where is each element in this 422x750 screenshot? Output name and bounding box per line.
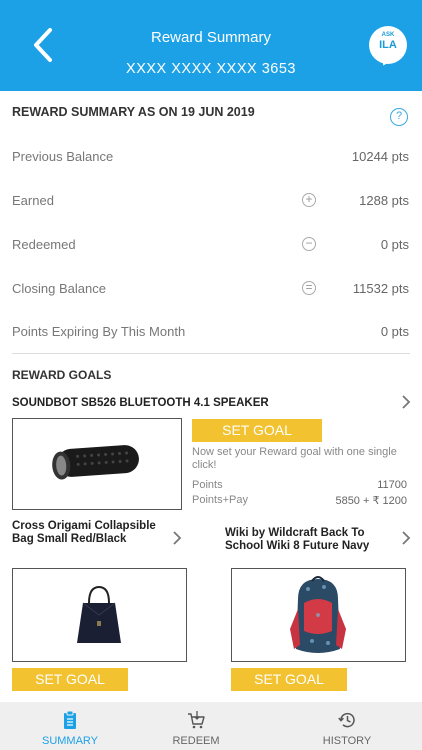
bag-image [77, 585, 121, 643]
ask-label: ASK [381, 32, 395, 38]
points-pay-label: Points+Pay [192, 494, 248, 506]
points-pay-value: 5850 + ₹ 1200 [335, 495, 407, 507]
points-expiring-label: Points Expiring By This Month [12, 324, 186, 339]
summary-heading: REWARD SUMMARY AS ON 19 JUN 2019 [12, 105, 255, 119]
minus-circle-icon: − [302, 237, 316, 251]
history-icon [338, 712, 355, 728]
set-goal-button-backpack[interactable]: SET GOAL [231, 668, 347, 691]
cart-icon [188, 711, 205, 729]
previous-balance-label: Previous Balance [12, 149, 114, 164]
tab-summary[interactable]: SUMMARY [0, 702, 140, 750]
tab-redeem[interactable]: REDEEM [126, 702, 266, 750]
backpack-image [290, 576, 346, 653]
bag-product-title[interactable]: Cross Origami Collapsible Bag Small Red/… [12, 520, 162, 546]
points-value: 11700 [377, 479, 407, 491]
tab-history[interactable]: HISTORY [277, 702, 417, 750]
help-icon[interactable]: ? [390, 108, 408, 126]
redeemed-value: 0 pts [380, 237, 409, 252]
clipboard-icon [64, 710, 76, 729]
app-header: Reward Summary XXXX XXXX XXXX 3653 ASK I… [0, 0, 422, 91]
chevron-right-icon[interactable] [171, 530, 183, 546]
ask-ila-button[interactable]: ASK ILA [369, 26, 407, 68]
goal-description: Now set your Reward goal with one single… [192, 446, 397, 471]
redeemed-label: Redeemed [12, 237, 76, 252]
plus-circle-icon: + [302, 193, 316, 207]
page-title: Reward Summary [150, 29, 272, 46]
tab-summary-label: SUMMARY [41, 735, 99, 747]
closing-balance-value: 11532 pts [352, 281, 409, 296]
bottom-nav: SUMMARY REDEEM HISTORY [0, 702, 422, 750]
previous-balance-value: 10244 pts [351, 149, 409, 164]
chevron-right-icon[interactable] [400, 530, 412, 546]
reward-goals-heading: REWARD GOALS [12, 368, 112, 382]
closing-balance-label: Closing Balance [12, 281, 106, 296]
section-divider [12, 353, 410, 354]
backpack-product-image[interactable] [231, 568, 406, 662]
points-expiring-value: 0 pts [380, 324, 409, 339]
speaker-product-image[interactable] [12, 418, 182, 510]
ila-label: ILA [379, 39, 397, 51]
chevron-right-icon[interactable] [400, 394, 412, 410]
earned-value: 1288 pts [359, 193, 409, 208]
tab-history-label: HISTORY [322, 735, 372, 747]
speaker-image [52, 445, 139, 480]
earned-label: Earned [12, 193, 54, 208]
card-number: XXXX XXXX XXXX 3653 [126, 61, 296, 77]
bag-product-image[interactable] [12, 568, 187, 662]
equals-circle-icon: = [302, 281, 316, 295]
set-goal-button-speaker[interactable]: SET GOAL [192, 419, 322, 442]
featured-product-title[interactable]: SOUNDBOT SB526 BLUETOOTH 4.1 SPEAKER [12, 397, 382, 410]
backpack-product-title[interactable]: Wiki by Wildcraft Back To School Wiki 8 … [225, 527, 390, 553]
tab-redeem-label: REDEEM [172, 735, 220, 747]
points-label: Points [192, 479, 223, 491]
set-goal-button-bag[interactable]: SET GOAL [12, 668, 128, 691]
